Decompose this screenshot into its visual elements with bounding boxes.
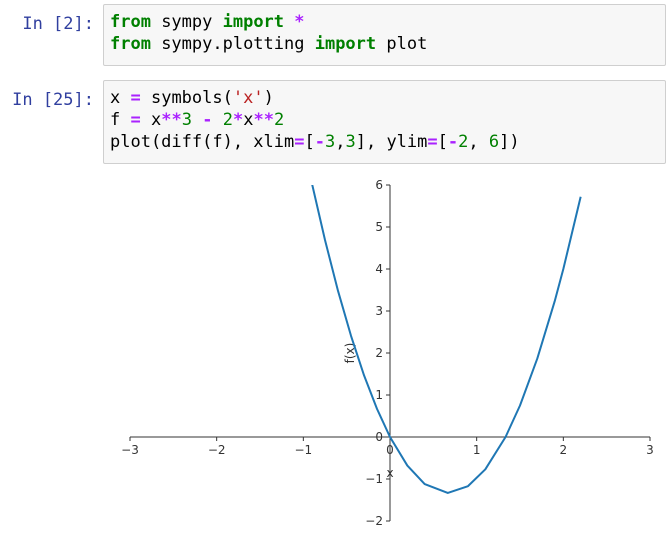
code-token: 2	[273, 110, 285, 130]
code-token: sympy.plotting	[150, 34, 315, 54]
code-token: sympy	[150, 12, 223, 32]
x-tick-label: −2	[208, 443, 226, 457]
code-line: from sympy.plotting import plot	[110, 33, 665, 55]
code-token: *	[232, 110, 244, 130]
y-tick-label: −1	[365, 472, 383, 486]
code-token: plot(diff(f), xlim	[110, 132, 295, 152]
code-token: -	[314, 132, 325, 152]
x-tick-label: 1	[473, 443, 481, 457]
code-token: from	[110, 34, 151, 54]
code-token: **	[253, 110, 274, 130]
x-tick-label: 2	[560, 443, 568, 457]
plot-marks	[311, 185, 582, 494]
y-tick-label: 2	[375, 346, 383, 360]
code-token: 6	[488, 132, 500, 152]
code-token: =	[427, 132, 438, 152]
code-cell-2[interactable]: x = symbols('x') f = x**3 - 2*x**2 plot(…	[103, 80, 666, 164]
code-token: symbols(	[140, 88, 233, 108]
code-token: =	[130, 110, 141, 130]
code-line: plot(diff(f), xlim=[-3,3], ylim=[-2, 6])	[110, 131, 665, 153]
code-cell-1[interactable]: from sympy import * from sympy.plotting …	[103, 4, 666, 66]
x-axis-label: x	[386, 466, 393, 480]
code-token: ,	[335, 132, 346, 152]
code-token: 2	[458, 132, 469, 152]
x-tick-label: −1	[294, 443, 312, 457]
code-token: *	[294, 12, 305, 32]
code-token: from	[110, 12, 151, 32]
code-token: 'x'	[232, 88, 264, 108]
code-token: **	[161, 110, 182, 130]
code-token: x	[110, 88, 131, 108]
cell-prompt-1: In [2]:	[22, 14, 94, 34]
code-token: 2	[222, 110, 233, 130]
x-tick-label: −3	[121, 443, 139, 457]
plot-output: −3 −2 −1 0 1 2 3−2−10123456xf(x)	[121, 178, 654, 528]
code-token: )	[263, 88, 274, 108]
x-tick-label: 3	[646, 443, 654, 457]
code-token: ,	[468, 132, 489, 152]
code-token: =	[130, 88, 141, 108]
code-token: ])	[499, 132, 520, 152]
y-tick-label: 4	[375, 262, 383, 276]
code-token: [	[437, 132, 448, 152]
code-token: import	[222, 12, 285, 32]
code-token: 3	[345, 132, 356, 152]
code-token: x	[243, 110, 254, 130]
code-token: ], ylim	[355, 132, 428, 152]
plot-axes: −3 −2 −1 0 1 2 3−2−10123456xf(x)	[121, 178, 654, 528]
y-tick-label: 5	[375, 220, 383, 234]
code-token: 3	[181, 110, 192, 130]
code-token: [	[304, 132, 315, 152]
code-token: plot	[376, 34, 428, 54]
y-tick-label: 0	[375, 430, 383, 444]
code-token: -	[447, 132, 459, 152]
code-token: =	[294, 132, 305, 152]
code-token: -	[202, 110, 213, 130]
code-line: f = x**3 - 2*x**2	[110, 109, 665, 131]
cell-prompt-2: In [25]:	[12, 90, 94, 110]
y-tick-label: −2	[365, 514, 383, 528]
code-line: from sympy import *	[110, 11, 665, 33]
code-token: f	[110, 110, 131, 130]
series-line	[311, 185, 582, 494]
x-tick-label: 0	[386, 443, 394, 457]
code-token: import	[314, 34, 377, 54]
y-tick-label: 6	[375, 178, 383, 192]
y-tick-label: 3	[375, 304, 383, 318]
y-tick-label: 1	[375, 388, 383, 402]
code-line: x = symbols('x')	[110, 87, 665, 109]
code-token: 3	[324, 132, 336, 152]
code-token: x	[140, 110, 162, 130]
